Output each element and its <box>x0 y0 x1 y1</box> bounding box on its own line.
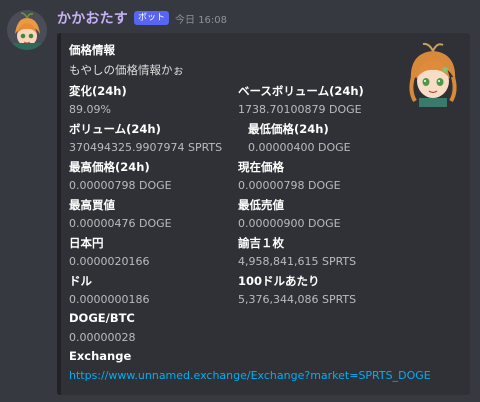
field-name: ベースボリューム(24h) <box>238 84 364 98</box>
field-value: 0.0000020166 <box>69 255 150 268</box>
field-value: 0.00000798 DOGE <box>238 179 341 192</box>
field-name: 最高価格(24h) <box>69 160 150 174</box>
field-value: 370494325.9907974 SPRTS <box>69 141 223 154</box>
bot-badge: ボット <box>134 11 170 25</box>
field-value: 0.00000798 DOGE <box>69 179 172 192</box>
field-name: 現在価格 <box>238 160 284 174</box>
timestamp: 今日 16:08 <box>175 14 228 26</box>
exchange-link[interactable]: https://www.unnamed.exchange/Exchange?ma… <box>69 369 431 382</box>
field-name: ボリューム(24h) <box>69 122 161 136</box>
field-name: 最高買値 <box>69 198 115 212</box>
field-name: DOGE/BTC <box>69 311 135 325</box>
field-name: 変化(24h) <box>69 84 127 98</box>
field-name: ドル <box>69 274 92 288</box>
avatar[interactable] <box>7 10 47 50</box>
field-name: 最低売値 <box>238 198 284 212</box>
message-header: かかおたす ボット 今日 16:08 <box>57 8 227 28</box>
field-name: Exchange <box>69 349 132 363</box>
field-value: 5,376,344,086 SPRTS <box>238 293 357 306</box>
embed: 価格情報 もやしの価格情報かぉ 変化(24h) 89.09% ベースボリューム(… <box>57 33 470 395</box>
field-name: 日本円 <box>69 236 104 250</box>
field-value: 0.0000000186 <box>69 293 150 306</box>
embed-description: もやしの価格情報かぉ <box>69 63 184 77</box>
field-value: 0.00000476 DOGE <box>69 217 172 230</box>
field-name: 諭吉１枚 <box>238 236 284 250</box>
field-value: 0.00000400 DOGE <box>248 141 351 154</box>
field-name: 最低価格(24h) <box>248 122 329 136</box>
field-name: 100ドルあたり <box>238 274 320 288</box>
field-value: 4,958,841,615 SPRTS <box>238 255 357 268</box>
username[interactable]: かかおたす <box>57 8 128 28</box>
field-value: 0.00000028 <box>69 331 136 344</box>
embed-thumbnail[interactable] <box>403 41 463 107</box>
embed-title: 価格情報 <box>69 43 115 57</box>
field-value: https://www.unnamed.exchange/Exchange?ma… <box>69 369 431 382</box>
field-value: 89.09% <box>69 103 111 116</box>
field-value: 0.00000900 DOGE <box>238 217 341 230</box>
field-value: 1738.70100879 DOGE <box>238 103 362 116</box>
